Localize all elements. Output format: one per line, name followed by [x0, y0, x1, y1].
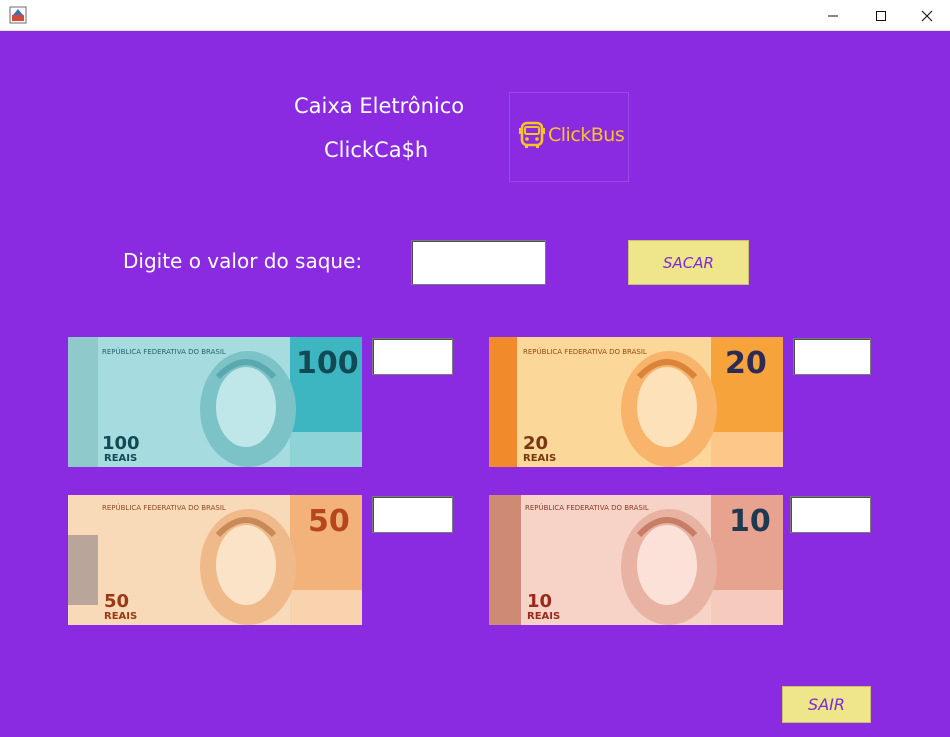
banknote-20-issuer: REPÚBLICA FEDERATIVA DO BRASIL: [523, 347, 647, 356]
banknote-20-value-bottom: 20: [523, 433, 548, 454]
app-subtitle: ClickCa$h: [324, 138, 429, 162]
banknote-10-value-bottom: 10: [527, 591, 552, 612]
banknote-20-value-top: 20: [725, 346, 767, 381]
close-button[interactable]: [904, 0, 950, 31]
banknote-50-currency: REAIS: [104, 611, 137, 622]
logo-text: ClickBus: [548, 124, 625, 146]
exit-button[interactable]: SAIR: [782, 686, 871, 723]
banknote-50-issuer: REPÚBLICA FEDERATIVA DO BRASIL: [102, 503, 226, 512]
banknote-10-issuer: REPÚBLICA FEDERATIVA DO BRASIL: [525, 503, 649, 512]
banknote-10-image: REPÚBLICA FEDERATIVA DO BRASIL 10 10 REA…: [489, 495, 783, 625]
withdraw-amount-label: Digite o valor do saque:: [123, 249, 363, 273]
java-app-icon: [9, 6, 27, 24]
withdraw-amount-input[interactable]: [411, 240, 546, 285]
banknote-100-currency: REAIS: [104, 453, 137, 464]
app-title: Caixa Eletrônico: [294, 94, 465, 118]
banknote-100-issuer: REPÚBLICA FEDERATIVA DO BRASIL: [102, 347, 226, 356]
banknote-100-image: REPÚBLICA FEDERATIVA DO BRASIL 100 100 R…: [68, 337, 362, 467]
banknote-50-image: REPÚBLICA FEDERATIVA DO BRASIL 50 50 REA…: [68, 495, 362, 625]
close-icon: [921, 10, 933, 21]
banknote-10-value-top: 10: [729, 504, 771, 539]
banknote-50-value-bottom: 50: [104, 591, 129, 612]
minimize-icon: [828, 15, 838, 16]
note-50-count-field[interactable]: [372, 496, 453, 533]
maximize-icon: [876, 10, 886, 21]
atm-window-body: Caixa Eletrônico ClickCa$h ClickBus Digi…: [2, 31, 950, 737]
banknote-10-currency: REAIS: [527, 611, 560, 622]
banknote-100-value-top: 100: [296, 346, 359, 381]
window-titlebar: [0, 0, 950, 31]
clickbus-logo: ClickBus: [509, 92, 629, 182]
withdraw-button[interactable]: SACAR: [628, 240, 749, 285]
note-10-count-field[interactable]: [790, 496, 871, 533]
banknote-100-value-bottom: 100: [102, 433, 140, 454]
banknote-50-value-top: 50: [308, 504, 350, 539]
maximize-button[interactable]: [858, 0, 904, 31]
banknote-20-image: REPÚBLICA FEDERATIVA DO BRASIL 20 20 REA…: [489, 337, 783, 467]
banknote-20-currency: REAIS: [523, 453, 556, 464]
note-100-count-field[interactable]: [372, 338, 453, 375]
bus-icon: [519, 121, 545, 148]
note-20-count-field[interactable]: [793, 338, 871, 375]
minimize-button[interactable]: [810, 0, 856, 31]
